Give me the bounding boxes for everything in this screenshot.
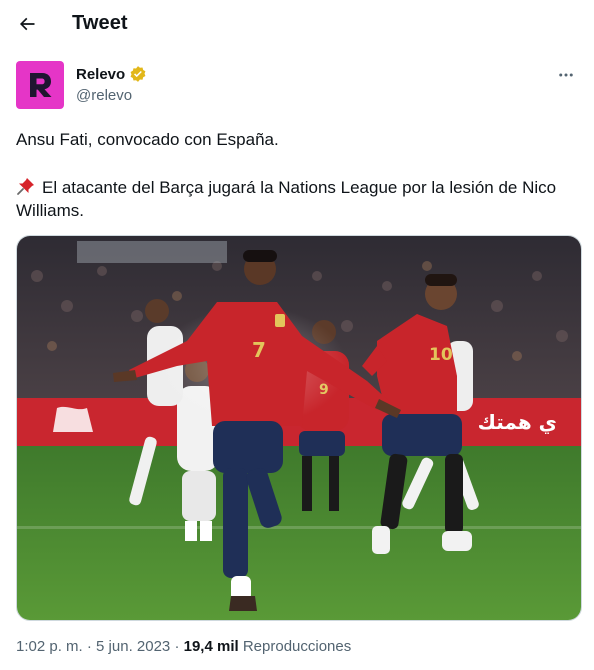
relevo-logo: [30, 73, 52, 97]
name-row: Relevo: [76, 65, 147, 83]
page-title: Tweet: [72, 12, 128, 34]
tweet-author: Relevo @relevo: [16, 61, 578, 111]
views-count[interactable]: 19,4 mil: [184, 638, 239, 655]
user-handle[interactable]: @relevo: [76, 87, 132, 104]
meta-separator: ·: [86, 638, 92, 655]
ad-banner-text: ي همتك: [478, 410, 557, 435]
tweet-photo[interactable]: ي همتك 23 9: [16, 235, 582, 621]
back-button[interactable]: [12, 9, 42, 39]
pushpin-icon: [17, 178, 34, 195]
display-name[interactable]: Relevo: [76, 66, 125, 83]
arrow-left-icon: [19, 17, 35, 31]
meta-separator: ·: [174, 638, 180, 655]
tweet-text-line-2: El atacante del Barça jugará la Nations …: [16, 176, 578, 222]
tweet-text-line-1: Ansu Fati, convocado con España.: [16, 130, 279, 149]
tweet-date[interactable]: 5 jun. 2023: [96, 638, 170, 655]
avatar[interactable]: [16, 61, 64, 109]
player-front-number: 7: [252, 338, 266, 362]
views-label[interactable]: Reproducciones: [243, 638, 351, 655]
tweet-time[interactable]: 1:02 p. m.: [16, 638, 83, 655]
verified-badge-icon: [130, 66, 146, 82]
more-horizontal-icon: [559, 73, 573, 77]
football-celebration-image: ي همتك 23 9: [17, 236, 581, 620]
tweet-text-line-2-content: El atacante del Barça jugará la Nations …: [16, 178, 557, 220]
player-right-number: 10: [429, 345, 453, 365]
page-header: Tweet: [0, 0, 594, 50]
tweet-metadata: 1:02 p. m. · 5 jun. 2023 · 19,4 mil Repr…: [16, 638, 351, 655]
more-options-button[interactable]: [554, 63, 578, 87]
